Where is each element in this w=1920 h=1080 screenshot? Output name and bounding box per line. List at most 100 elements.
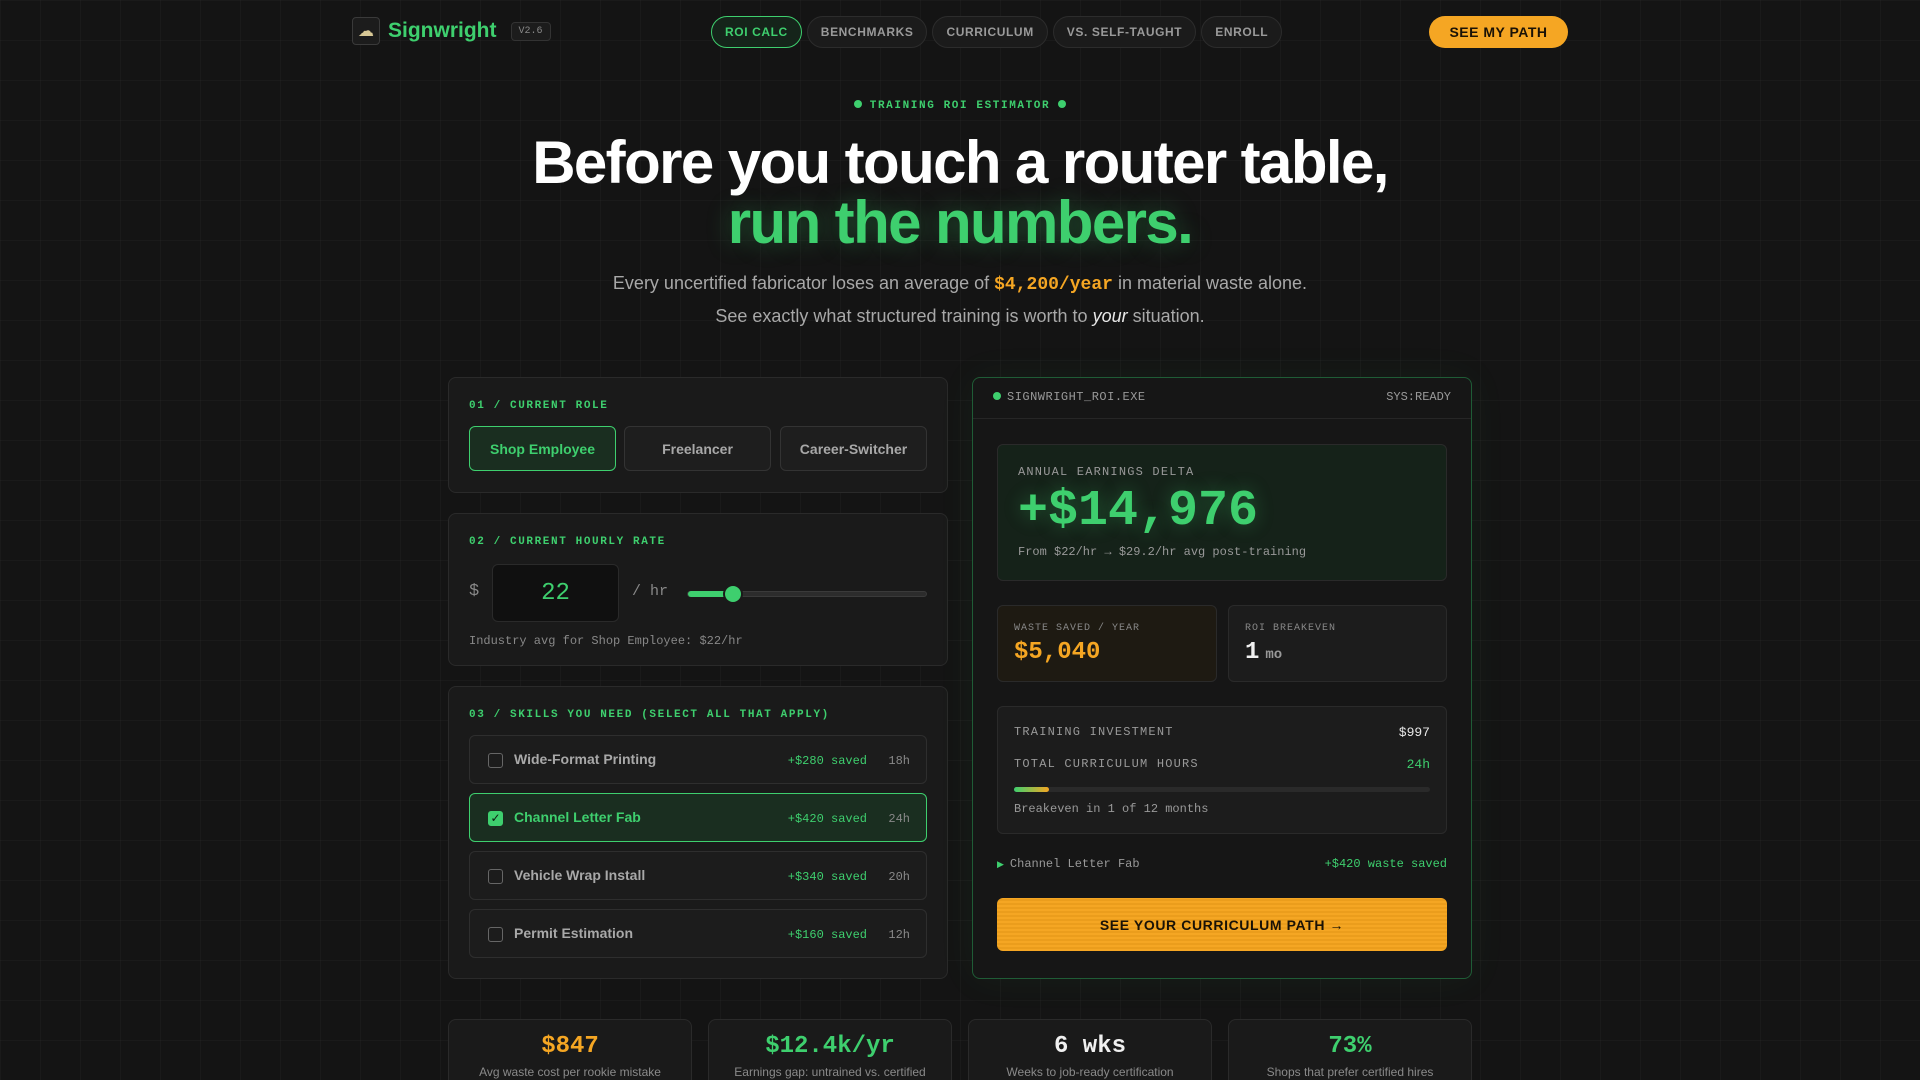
- earnings-delta-card: ANNUAL EARNINGS DELTA +$14,976 From $22/…: [997, 444, 1447, 581]
- see-my-path-button[interactable]: SEE MY PATH: [1429, 16, 1568, 48]
- slider-thumb[interactable]: [725, 586, 742, 602]
- industry-avg-note: Industry avg for Shop Employee: $22/hr: [469, 634, 743, 648]
- version-badge: V2.6: [510, 21, 551, 41]
- terminal-title: SIGNWRIGHT_ROI.EXE: [993, 390, 1146, 404]
- nav-tab-vs-self-taught[interactable]: VS. SELF-TAUGHT: [1052, 16, 1197, 48]
- skill-saved: +$280 saved: [787, 754, 867, 768]
- status-dot-icon: [993, 392, 1001, 400]
- breakeven-unit: mo: [1265, 647, 1283, 663]
- stat-value: 73%: [1328, 1033, 1372, 1060]
- breakeven-value: 1: [1245, 639, 1260, 666]
- breakeven-label: ROI BREAKEVEN: [1245, 623, 1337, 634]
- skill-name: Permit Estimation: [514, 925, 634, 941]
- role-career-switcher-button[interactable]: Career-Switcher: [780, 426, 927, 471]
- skill-hours: 24h: [888, 812, 910, 826]
- stat-value: $847: [541, 1033, 599, 1060]
- investment-label: TRAINING INVESTMENT: [1014, 725, 1174, 739]
- selected-skill-name: Channel Letter Fab: [1009, 857, 1140, 871]
- terminal-title-text: SIGNWRIGHT_ROI.EXE: [1007, 390, 1146, 404]
- stat-label: Earnings gap: untrained vs. certified: [734, 1065, 926, 1079]
- skills-label: 03 / SKILLS YOU NEED (SELECT ALL THAT AP…: [469, 709, 830, 721]
- nav-tab-benchmarks[interactable]: BENCHMARKS: [806, 16, 928, 48]
- role-label: 01 / CURRENT ROLE: [469, 400, 609, 412]
- skill-permit-estimation[interactable]: Permit Estimation +$160 saved 12h: [469, 909, 927, 958]
- stat-value: $12.4k/yr: [765, 1033, 895, 1060]
- waste-saved-card: WASTE SAVED / YEAR $5,040: [997, 605, 1217, 682]
- selected-skill-saved: +$420 waste saved: [1324, 857, 1447, 871]
- breakeven-value-row: 1 mo: [1245, 639, 1282, 666]
- skill-wide-format-printing[interactable]: Wide-Format Printing +$280 saved 18h: [469, 735, 927, 784]
- checkbox-icon[interactable]: [488, 753, 503, 768]
- skill-name: Wide-Format Printing: [514, 751, 657, 767]
- brand-name: Signwright: [388, 19, 497, 42]
- stat-label: Avg waste cost per rookie mistake: [479, 1065, 661, 1079]
- investment-value: $997: [1398, 725, 1430, 740]
- play-arrow-icon: ▶: [997, 860, 1004, 870]
- checkbox-checked-icon[interactable]: ✓: [488, 811, 503, 826]
- eyebrow-text: TRAINING ROI ESTIMATOR: [869, 100, 1051, 112]
- skill-channel-letter-fab[interactable]: ✓ Channel Letter Fab +$420 saved 24h: [469, 793, 927, 842]
- hours-value: 24h: [1406, 757, 1430, 772]
- hero-eyebrow: TRAINING ROI ESTIMATOR: [0, 100, 1920, 112]
- rate-label: 02 / CURRENT HOURLY RATE: [469, 536, 666, 548]
- top-nav: ☁ Signwright V2.6 ROI CALC BENCHMARKS CU…: [0, 0, 1920, 64]
- skill-vehicle-wrap-install[interactable]: Vehicle Wrap Install +$340 saved 20h: [469, 851, 927, 900]
- rate-unit: / hr: [632, 583, 669, 600]
- breakeven-progress-bar: [1014, 787, 1430, 792]
- selected-skill: ▶ Channel Letter Fab: [997, 857, 1140, 871]
- waste-label: WASTE SAVED / YEAR: [1014, 623, 1141, 634]
- skill-saved: +$340 saved: [787, 870, 867, 884]
- subtext-post: situation.: [1127, 306, 1205, 326]
- stat-label: Weeks to job-ready certification: [1006, 1065, 1174, 1079]
- waste-value: $5,040: [1014, 639, 1101, 666]
- skill-hours: 18h: [888, 754, 910, 768]
- skill-name: Channel Letter Fab: [514, 809, 641, 825]
- delta-label: ANNUAL EARNINGS DELTA: [1018, 465, 1195, 479]
- progress-fill: [1014, 787, 1049, 792]
- waste-highlight: $4,200/year: [994, 275, 1113, 295]
- investment-row: TRAINING INVESTMENT $997: [1014, 725, 1430, 740]
- hourly-rate-input[interactable]: [492, 564, 619, 622]
- role-panel: 01 / CURRENT ROLE Shop Employee Freelanc…: [448, 377, 948, 493]
- hero-subtext: Every uncertified fabricator loses an av…: [610, 268, 1310, 332]
- role-freelancer-button[interactable]: Freelancer: [624, 426, 771, 471]
- skill-name: Vehicle Wrap Install: [514, 867, 646, 883]
- hourly-rate-slider[interactable]: [687, 586, 927, 602]
- nav-tab-roi-calc[interactable]: ROI CALC: [711, 16, 802, 48]
- investment-card: TRAINING INVESTMENT $997 TOTAL CURRICULU…: [997, 706, 1447, 834]
- role-shop-employee-button[interactable]: Shop Employee: [469, 426, 616, 471]
- roi-terminal: SIGNWRIGHT_ROI.EXE SYS:READY ANNUAL EARN…: [972, 377, 1472, 979]
- nav-tabs: ROI CALC BENCHMARKS CURRICULUM VS. SELF-…: [711, 16, 1283, 48]
- terminal-header: SIGNWRIGHT_ROI.EXE SYS:READY: [973, 378, 1471, 419]
- skills-panel: 03 / SKILLS YOU NEED (SELECT ALL THAT AP…: [448, 686, 948, 979]
- checkbox-icon[interactable]: [488, 927, 503, 942]
- skill-saved: +$420 saved: [787, 812, 867, 826]
- stat-card: 73% Shops that prefer certified hires: [1228, 1019, 1472, 1080]
- delta-sub: From $22/hr → $29.2/hr avg post-training: [1018, 545, 1307, 559]
- hours-label: TOTAL CURRICULUM HOURS: [1014, 757, 1199, 771]
- currency-symbol: $: [469, 582, 480, 601]
- skill-saved: +$160 saved: [787, 928, 867, 942]
- nav-tab-enroll[interactable]: ENROLL: [1201, 16, 1283, 48]
- delta-value: +$14,976: [1018, 483, 1259, 540]
- brand[interactable]: ☁ Signwright V2.6: [352, 17, 551, 45]
- stat-card: $847 Avg waste cost per rookie mistake: [448, 1019, 692, 1080]
- stat-card: $12.4k/yr Earnings gap: untrained vs. ce…: [708, 1019, 952, 1080]
- rate-panel: 02 / CURRENT HOURLY RATE $ / hr Industry…: [448, 513, 948, 666]
- checkbox-icon[interactable]: [488, 869, 503, 884]
- skill-hours: 12h: [888, 928, 910, 942]
- status-dot-icon: [1058, 100, 1067, 108]
- skill-hours: 20h: [888, 870, 910, 884]
- terminal-status: SYS:READY: [1386, 390, 1451, 404]
- subtext-pre: Every uncertified fabricator loses an av…: [612, 273, 995, 293]
- hours-row: TOTAL CURRICULUM HOURS 24h: [1014, 757, 1430, 772]
- subtext-emphasis: your: [1092, 306, 1128, 326]
- stat-value: 6 wks: [1053, 1033, 1126, 1060]
- breakeven-note: Breakeven in 1 of 12 months: [1014, 802, 1209, 816]
- roi-breakeven-card: ROI BREAKEVEN 1 mo: [1228, 605, 1447, 682]
- stat-card: 6 wks Weeks to job-ready certification: [968, 1019, 1212, 1080]
- status-dot-icon: [853, 100, 862, 108]
- see-curriculum-path-button[interactable]: SEE YOUR CURRICULUM PATH →: [997, 898, 1447, 951]
- nav-tab-curriculum[interactable]: CURRICULUM: [932, 16, 1048, 48]
- stat-label: Shops that prefer certified hires: [1266, 1065, 1434, 1079]
